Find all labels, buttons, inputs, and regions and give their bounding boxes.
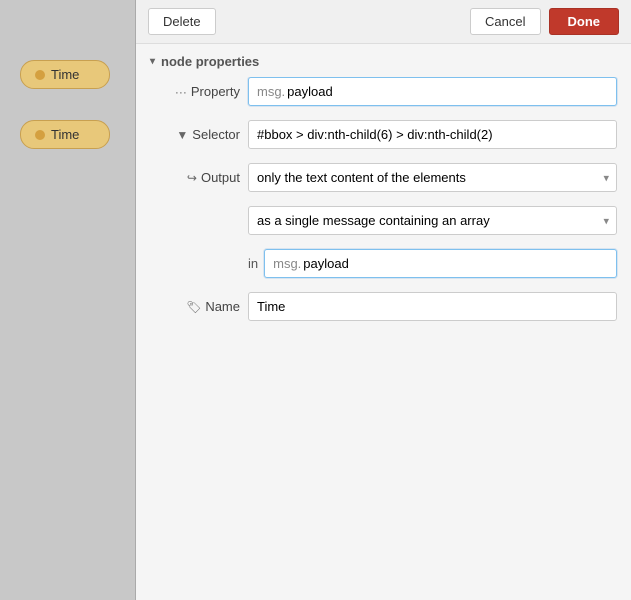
selector-row: ▼ Selector [150,120,617,149]
chevron-icon: ▾ [150,56,155,67]
property-input[interactable] [287,78,608,105]
in-input-wrapper: msg. [264,249,617,278]
node-time-2[interactable]: Time [20,120,110,149]
in-label: in [248,256,258,271]
node-dot-1 [35,70,45,80]
toolbar: Delete Cancel Done [136,0,631,44]
name-row: 🏷 Name [150,292,617,321]
canvas-area: Time Time [0,0,135,600]
toolbar-right: Cancel Done [470,8,619,35]
in-prefix: msg. [273,256,301,271]
property-prefix: msg. [257,84,285,99]
message-type-select-wrapper: as a single message containing an array … [248,206,617,235]
property-icon: ··· [175,85,187,99]
delete-button[interactable]: Delete [148,8,216,35]
output-icon: ↪ [187,171,197,185]
toolbar-left: Delete [148,8,216,35]
section-title: node properties [161,54,259,69]
node-dot-2 [35,130,45,140]
node-label-1: Time [51,67,79,82]
output-type-select[interactable]: only the text content of the elements on… [248,163,617,192]
output-type-select-wrapper: only the text content of the elements on… [248,163,617,192]
name-label: 🏷 Name [150,299,240,314]
name-input[interactable] [248,292,617,321]
in-input[interactable] [303,250,608,277]
output-row: ↪ Output only the text content of the el… [150,163,617,192]
property-input-wrapper: msg. [248,77,617,106]
section-header[interactable]: ▾ node properties [136,44,631,77]
selector-label: ▼ Selector [150,127,240,142]
node-time-1[interactable]: Time [20,60,110,89]
in-row: in msg. [248,249,617,278]
message-type-select[interactable]: as a single message containing an array … [248,206,617,235]
cancel-button[interactable]: Cancel [470,8,540,35]
output-message-row: as a single message containing an array … [150,206,617,235]
selector-icon: ▼ [176,128,188,142]
node-label-2: Time [51,127,79,142]
name-icon: 🏷 [186,300,201,314]
property-row: ··· Property msg. [150,77,617,106]
properties-panel: Delete Cancel Done ▾ node properties ···… [136,0,631,600]
selector-input[interactable] [248,120,617,149]
output-label: ↪ Output [150,170,240,185]
done-button[interactable]: Done [549,8,620,35]
property-label: ··· Property [150,84,240,99]
form-area: ··· Property msg. ▼ Selector ↪ Output [136,77,631,600]
